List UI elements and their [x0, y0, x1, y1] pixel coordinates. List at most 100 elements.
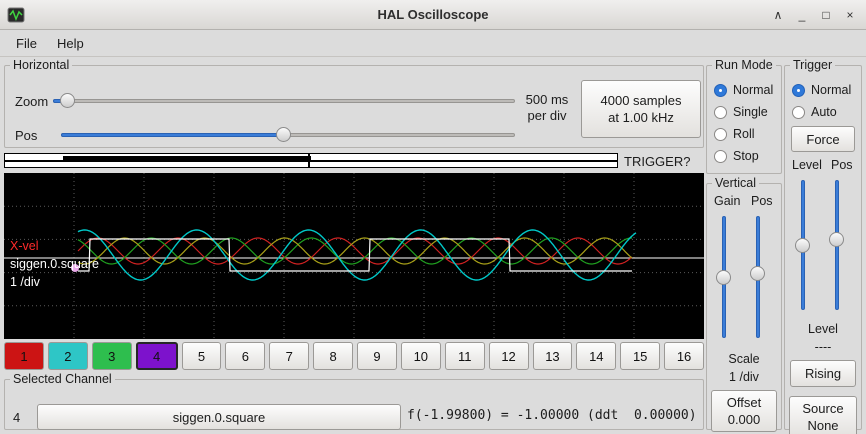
- runmode-radio-single[interactable]: Single: [714, 104, 768, 120]
- record-view-bar[interactable]: [4, 153, 618, 168]
- zoom-slider[interactable]: [53, 93, 515, 109]
- menu-file[interactable]: File: [6, 33, 47, 54]
- vertical-offset-value: 0.000: [728, 411, 761, 428]
- pos-slider[interactable]: [61, 127, 515, 143]
- scope-label-xvel: X-vel: [10, 239, 38, 253]
- vertical-group: Vertical Gain Pos Scale 1 /div Offset 0.…: [706, 176, 782, 430]
- slider-knob[interactable]: [716, 270, 731, 285]
- channel-button-4[interactable]: 4: [136, 342, 178, 370]
- shade-icon[interactable]: ∧: [768, 5, 788, 25]
- menubar: File Help: [0, 30, 866, 57]
- samples-rate: at 1.00 kHz: [608, 109, 674, 126]
- radio-icon: [714, 84, 727, 97]
- hal-oscilloscope-window: HAL Oscilloscope ∧ _ □ × File Help Horiz…: [0, 0, 866, 434]
- channel-button-12[interactable]: 12: [489, 342, 529, 370]
- channel-button-14[interactable]: 14: [576, 342, 616, 370]
- vertical-offset-button[interactable]: Offset 0.000: [711, 390, 777, 432]
- runmode-radio-roll[interactable]: Roll: [714, 126, 755, 142]
- channel-button-10[interactable]: 10: [401, 342, 441, 370]
- record-cursor[interactable]: [308, 153, 310, 168]
- channel-button-row: 1 2 3 4 5 6 7 8 9 10 11 12 13 14 15 16: [4, 342, 704, 370]
- trigger-source-button[interactable]: Source None: [789, 396, 857, 434]
- channel-button-6[interactable]: 6: [225, 342, 265, 370]
- vertical-gain-slider[interactable]: [716, 216, 732, 338]
- scope-label-channel-name: siggen.0.square: [10, 257, 99, 271]
- slider-knob[interactable]: [795, 238, 810, 253]
- run-mode-group-label: Run Mode: [712, 58, 776, 72]
- channel-button-5[interactable]: 5: [182, 342, 222, 370]
- horizontal-group-label: Horizontal: [10, 58, 72, 72]
- selected-channel-number: 4: [13, 410, 20, 425]
- scope-display[interactable]: X-vel siggen.0.square 1 /div: [4, 173, 704, 339]
- trigger-radio-auto[interactable]: Auto: [792, 104, 837, 120]
- zoom-slider-track: [53, 99, 515, 103]
- vertical-group-label: Vertical: [712, 176, 759, 190]
- time-per-div-caption: per div: [517, 108, 577, 124]
- radio-icon: [792, 106, 805, 119]
- window-title: HAL Oscilloscope: [0, 7, 866, 22]
- horizontal-group: Horizontal Zoom 500 ms per div 4000 samp…: [4, 58, 704, 148]
- trigger-pos-label: Pos: [831, 158, 853, 172]
- force-button[interactable]: Force: [791, 126, 855, 152]
- slider-knob[interactable]: [750, 266, 765, 281]
- channel-button-2[interactable]: 2: [48, 342, 88, 370]
- selected-channel-name-button[interactable]: siggen.0.square: [37, 404, 401, 430]
- radio-icon: [792, 84, 805, 97]
- maximize-icon[interactable]: □: [816, 5, 836, 25]
- selected-channel-group-label: Selected Channel: [10, 372, 115, 386]
- channel-button-15[interactable]: 15: [620, 342, 660, 370]
- pos-slider-knob[interactable]: [276, 127, 291, 142]
- trigger-level-slider[interactable]: [795, 180, 811, 310]
- samples-count: 4000 samples: [601, 92, 682, 109]
- time-per-div-value: 500 ms: [517, 92, 577, 108]
- channel-button-1[interactable]: 1: [4, 342, 44, 370]
- menu-help[interactable]: Help: [47, 33, 94, 54]
- vertical-gain-label: Gain: [714, 194, 740, 208]
- pos-label: Pos: [15, 128, 37, 143]
- runmode-radio-normal[interactable]: Normal: [714, 82, 773, 98]
- run-mode-group: Run Mode Normal Single Roll Stop: [706, 58, 782, 174]
- pos-slider-fill: [61, 133, 283, 137]
- trigger-level-caption: Level: [785, 322, 861, 336]
- radio-label: Roll: [733, 127, 755, 141]
- samples-button[interactable]: 4000 samples at 1.00 kHz: [581, 80, 701, 138]
- radio-label: Normal: [733, 83, 773, 97]
- channel-button-16[interactable]: 16: [664, 342, 704, 370]
- radio-icon: [714, 150, 727, 163]
- channel-button-3[interactable]: 3: [92, 342, 132, 370]
- vertical-scale-caption: Scale: [707, 352, 781, 366]
- vertical-pos-slider[interactable]: [750, 216, 766, 338]
- close-icon[interactable]: ×: [840, 5, 860, 25]
- time-per-div: 500 ms per div: [517, 92, 577, 124]
- titlebar[interactable]: HAL Oscilloscope ∧ _ □ ×: [0, 0, 866, 30]
- channel-button-13[interactable]: 13: [533, 342, 573, 370]
- trigger-level-value: ----: [785, 340, 861, 354]
- channel-button-11[interactable]: 11: [445, 342, 485, 370]
- zoom-label: Zoom: [15, 94, 48, 109]
- channel-button-7[interactable]: 7: [269, 342, 309, 370]
- radio-label: Single: [733, 105, 768, 119]
- radio-icon: [714, 106, 727, 119]
- trigger-group-label: Trigger: [790, 58, 835, 72]
- channel-button-8[interactable]: 8: [313, 342, 353, 370]
- trigger-radio-normal[interactable]: Normal: [792, 82, 851, 98]
- slider-knob[interactable]: [829, 232, 844, 247]
- runmode-radio-stop[interactable]: Stop: [714, 148, 759, 164]
- radio-label: Auto: [811, 105, 837, 119]
- radio-label: Normal: [811, 83, 851, 97]
- trigger-pos-slider[interactable]: [829, 180, 845, 310]
- trigger-level-label: Level: [792, 158, 822, 172]
- scope-waveforms: [4, 173, 704, 339]
- trigger-source-label: Source: [802, 400, 843, 417]
- channel-value-readout: f(-1.99800) = -1.00000 (ddt 0.00000): [407, 408, 697, 423]
- selected-channel-group: Selected Channel 4 siggen.0.square f(-1.…: [4, 372, 704, 430]
- window-controls: ∧ _ □ ×: [768, 0, 860, 30]
- channel-button-9[interactable]: 9: [357, 342, 397, 370]
- minimize-icon[interactable]: _: [792, 5, 812, 25]
- vertical-scale-value: 1 /div: [707, 370, 781, 384]
- trigger-source-value: None: [807, 417, 838, 434]
- trigger-edge-button[interactable]: Rising: [790, 360, 856, 387]
- zoom-slider-knob[interactable]: [60, 93, 75, 108]
- vertical-pos-label: Pos: [751, 194, 773, 208]
- scope-label-scale: 1 /div: [10, 275, 40, 289]
